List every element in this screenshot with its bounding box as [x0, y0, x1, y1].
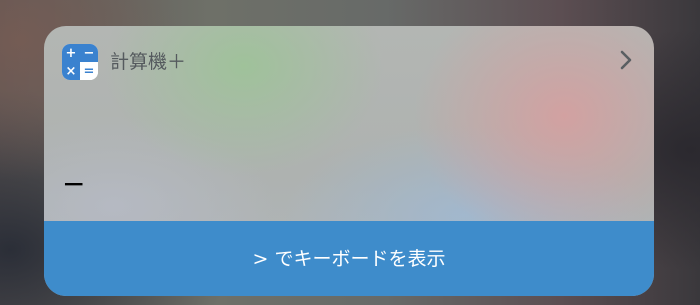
show-keyboard-label: > でキーボードを表示 — [252, 247, 446, 270]
chevron-right-icon[interactable] — [612, 46, 640, 74]
calculator-display: − — [62, 166, 622, 206]
calculator-icon: + − × = — [62, 44, 98, 80]
display-value: − — [62, 167, 86, 200]
show-keyboard-button[interactable]: > でキーボードを表示 — [44, 221, 654, 296]
app-title: 計算機＋ — [110, 51, 187, 73]
calculator-widget: + − × = 計算機＋ − > でキーボードを表示 — [44, 26, 654, 296]
minus-symbol: − — [80, 44, 98, 62]
plus-symbol: + — [62, 44, 80, 62]
widget-header[interactable]: + − × = 計算機＋ — [44, 26, 654, 96]
multiply-symbol: × — [62, 62, 80, 80]
equals-symbol: = — [80, 62, 98, 80]
